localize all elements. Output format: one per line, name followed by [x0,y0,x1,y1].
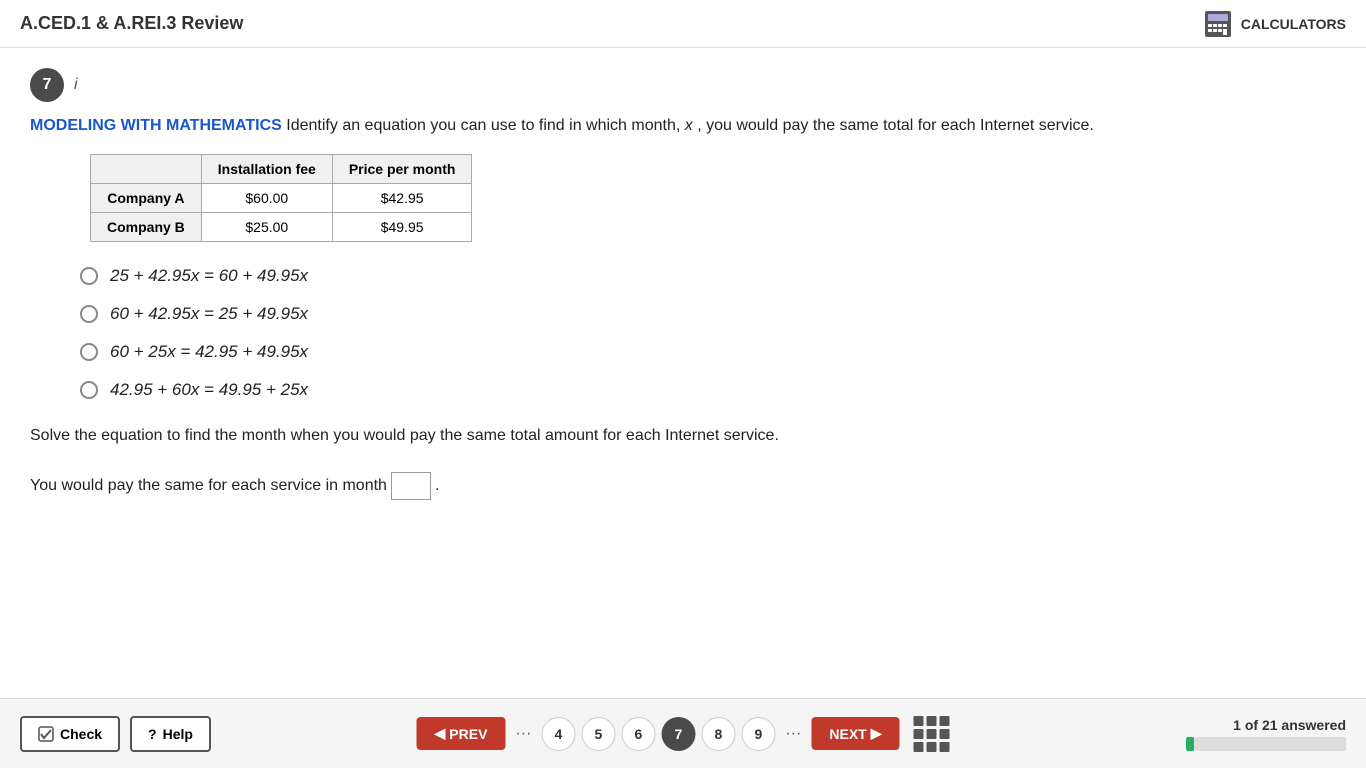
grid-dot [914,742,924,752]
modeling-label: MODELING WITH MATHEMATICS [30,117,282,134]
calculators-label: CALCULATORS [1241,16,1346,32]
question-text-part2: , you would pay the same total for each … [697,117,1094,134]
progress-bar-container [1186,737,1346,751]
check-label: Check [60,726,102,742]
table-header-empty [91,155,202,184]
choice-d[interactable]: 42.95 + 60x = 49.95 + 25x [80,380,1336,400]
grid-dot [940,729,950,739]
answer-choices: 25 + 42.95x = 60 + 49.95x 60 + 42.95x = … [80,266,1336,400]
next-label: NEXT [829,726,866,742]
prev-label: PREV [449,726,487,742]
table-header-price: Price per month [332,155,472,184]
month-input[interactable] [391,472,431,500]
company-a-label: Company A [91,184,202,213]
radio-a[interactable] [80,267,98,285]
choice-c-text: 60 + 25x = 42.95 + 49.95x [110,342,308,362]
footer-left: Check ? Help [20,716,211,752]
next-button[interactable]: NEXT ▶ [811,717,899,750]
nav-center: ◀ PREV ··· 4 5 6 7 8 9 ··· NEXT ▶ [417,716,950,752]
ellipsis-left: ··· [511,725,535,743]
question-badge: 7 i [30,68,1336,102]
main-content: 7 i MODELING WITH MATHEMATICS Identify a… [0,48,1366,520]
question-text-part1: Identify an equation you can use to find… [286,117,684,134]
page-8[interactable]: 8 [701,717,735,751]
solve-section: Solve the equation to find the month whe… [30,424,1336,448]
table-row: Company A $60.00 $42.95 [91,184,472,213]
footer: Check ? Help ◀ PREV ··· 4 5 6 7 8 9 ··· … [0,698,1366,768]
company-b-price: $49.95 [332,213,472,242]
choice-a-text: 25 + 42.95x = 60 + 49.95x [110,266,308,286]
company-a-price: $42.95 [332,184,472,213]
choice-d-text: 42.95 + 60x = 49.95 + 25x [110,380,308,400]
grid-dot [940,716,950,726]
answer-prefix: You would pay the same for each service … [30,477,387,495]
prev-arrow-icon: ◀ [435,725,446,742]
company-a-fee: $60.00 [201,184,332,213]
grid-dot [927,729,937,739]
radio-c[interactable] [80,343,98,361]
page-6[interactable]: 6 [621,717,655,751]
table-row: Company B $25.00 $49.95 [91,213,472,242]
check-icon [38,726,54,742]
choice-c[interactable]: 60 + 25x = 42.95 + 49.95x [80,342,1336,362]
choice-b[interactable]: 60 + 42.95x = 25 + 49.95x [80,304,1336,324]
radio-d[interactable] [80,381,98,399]
answer-section: You would pay the same for each service … [30,472,1336,500]
company-b-label: Company B [91,213,202,242]
choice-a[interactable]: 25 + 42.95x = 60 + 49.95x [80,266,1336,286]
grid-dot [914,716,924,726]
grid-view-button[interactable] [914,716,950,752]
question-text: MODELING WITH MATHEMATICS Identify an eq… [30,114,1336,138]
data-table: Installation fee Price per month Company… [90,154,472,242]
help-label: Help [163,726,193,742]
footer-right: 1 of 21 answered [1186,717,1346,751]
question-number: 7 [30,68,64,102]
choice-b-text: 60 + 42.95x = 25 + 49.95x [110,304,308,324]
calculators-button[interactable]: CALCULATORS [1203,9,1346,39]
ellipsis-right: ··· [781,725,805,743]
answered-count: 1 of 21 answered [1233,717,1346,733]
progress-bar-fill [1186,737,1194,751]
prev-button[interactable]: ◀ PREV [417,717,506,750]
header: A.CED.1 & A.REI.3 Review CALCULATORS [0,0,1366,48]
grid-dot [927,716,937,726]
next-arrow-icon: ▶ [871,725,882,742]
calculator-icon [1203,9,1233,39]
page-9[interactable]: 9 [741,717,775,751]
company-b-fee: $25.00 [201,213,332,242]
table-header-fee: Installation fee [201,155,332,184]
help-icon: ? [148,726,157,742]
grid-dot [927,742,937,752]
grid-dot [914,729,924,739]
answer-suffix: . [435,477,439,495]
info-icon[interactable]: i [74,76,78,94]
help-button[interactable]: ? Help [130,716,211,752]
check-button[interactable]: Check [20,716,120,752]
page-title: A.CED.1 & A.REI.3 Review [20,13,243,34]
grid-dot [940,742,950,752]
variable: x [685,117,693,134]
radio-b[interactable] [80,305,98,323]
page-4[interactable]: 4 [541,717,575,751]
page-5[interactable]: 5 [581,717,615,751]
page-7[interactable]: 7 [661,717,695,751]
